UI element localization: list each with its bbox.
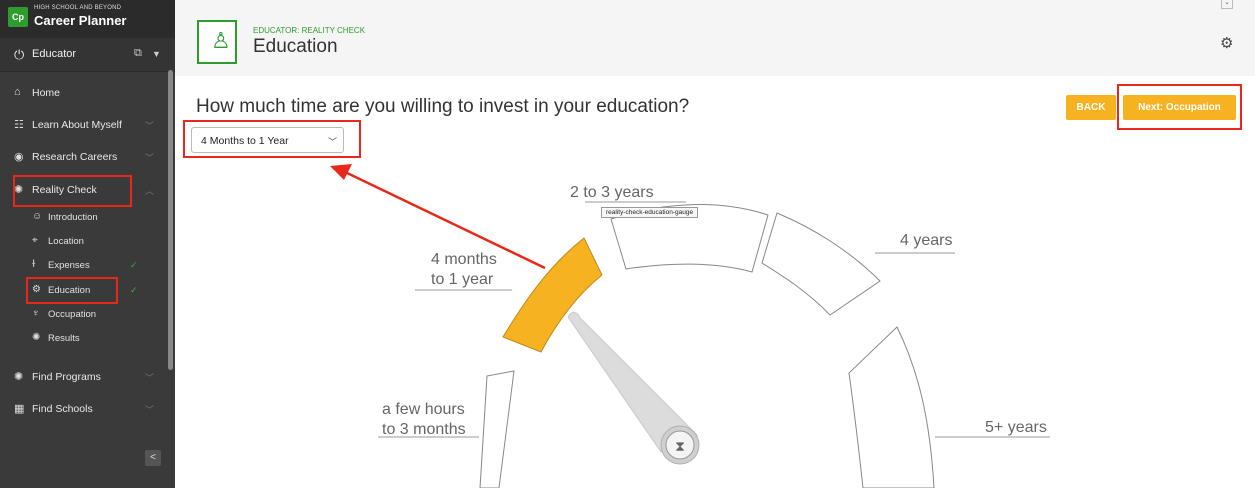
gauge-label-4-months: 4 months to 1 year [431,250,497,290]
gauge-label-line: 4 years [900,232,953,249]
gauge-label-2-to-3-years: 2 to 3 years [570,183,654,203]
gauge-label-line: 4 months [431,251,497,268]
gauge-label-5-plus-years: 5+ years [985,418,1047,438]
annotation-arrowhead [330,164,352,180]
gauge-label-4-years: 4 years [900,231,952,251]
gauge-label-few-hours: a few hours to 3 months [382,400,466,440]
gauge-tooltip: reality-check-education-gauge [601,207,699,218]
app-root: Cp HIGH SCHOOL AND BEYOND Career Planner… [0,0,1255,488]
gauge-label-line: 5+ years [985,419,1047,436]
hourglass-icon: ⧗ [675,439,685,455]
gauge-label-line: a few hours [382,401,465,418]
gauge-segment-few-hours[interactable] [479,370,515,488]
gauge-segment-4-years[interactable] [761,212,881,316]
gauge-label-line: to 3 months [382,421,466,438]
reality-check-education-gauge: ⧗ [330,164,1050,488]
gauge-label-line: 2 to 3 years [570,184,654,201]
gauge-label-line: to 1 year [431,271,494,288]
gauge-segment-5-plus-years[interactable] [848,326,935,488]
